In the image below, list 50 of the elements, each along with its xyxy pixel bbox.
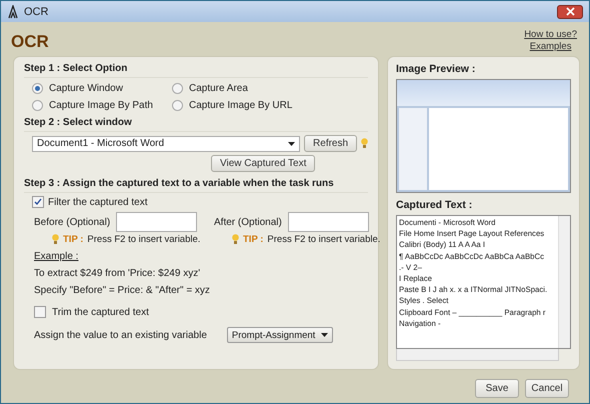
option-label: Capture Image By URL	[189, 100, 292, 111]
vertical-scrollbar[interactable]	[558, 216, 570, 348]
lightbulb-icon	[361, 138, 368, 149]
checkmark-icon	[34, 198, 42, 206]
variable-dropdown[interactable]: Prompt-Assignment	[226, 327, 333, 343]
tip-label: TIP :	[63, 234, 84, 245]
example-heading: Example :	[34, 251, 80, 262]
tip-text: Press F2 to insert variable.	[87, 234, 200, 245]
caret-icon	[288, 142, 296, 146]
example-text: To extract $249 from 'Price: $249 xyz'	[34, 268, 202, 279]
checkbox-label: Filter the captured text	[48, 196, 148, 208]
help-link[interactable]: Examples	[530, 41, 572, 52]
radio-button[interactable]	[172, 100, 183, 111]
caret-icon	[320, 333, 328, 337]
close-icon	[566, 7, 574, 16]
section-heading: Image Preview :	[396, 63, 476, 75]
radio-button[interactable]	[32, 83, 43, 94]
example-text: Specify "Before" = Price: & "After" = xyz	[34, 285, 211, 296]
assign-label: Assign the value to an existing variable	[34, 330, 207, 340]
section-heading: Step 2 : Select window	[24, 117, 368, 132]
field-label: After (Optional)	[214, 216, 282, 228]
text-field[interactable]	[288, 212, 369, 232]
text-field[interactable]	[116, 212, 198, 232]
checkbox[interactable]	[32, 196, 44, 208]
field-label: Before (Optional)	[34, 216, 110, 228]
option-label: Capture Window	[49, 83, 123, 94]
section-heading: Step 3 : Assign the captured text to a variable when the task runs	[24, 178, 368, 193]
dialog-button[interactable]: Cancel	[525, 379, 569, 398]
radio-button[interactable]	[172, 83, 183, 94]
section-heading: Captured Text :	[396, 199, 474, 211]
help-link[interactable]: How to use?	[524, 29, 577, 40]
window-dropdown[interactable]: Document1 - Microsoft Word	[32, 136, 300, 152]
option-label: Capture Image By Path	[49, 100, 153, 111]
close-button[interactable]	[557, 4, 583, 18]
page-title: OCR	[11, 32, 49, 53]
option-label: Capture Area	[189, 83, 248, 94]
lightbulb-icon	[232, 234, 239, 245]
window-title: OCR	[24, 6, 50, 18]
tip-text: Press F2 to insert variable.	[267, 234, 380, 245]
app-icon	[7, 4, 19, 18]
horizontal-scrollbar[interactable]	[396, 349, 559, 361]
tip-label: TIP :	[243, 234, 264, 245]
lightbulb-icon	[52, 234, 59, 245]
dialog-button[interactable]: Save	[475, 379, 519, 398]
checkbox-label: Trim the captured text	[52, 306, 149, 318]
section-heading: Step 1 : Select Option	[24, 63, 368, 78]
radio-button[interactable]	[32, 100, 43, 111]
refresh-button[interactable]: Refresh	[304, 135, 358, 152]
checkbox[interactable]	[34, 306, 46, 318]
view-captured-text-button[interactable]: View Captured Text	[211, 155, 316, 172]
